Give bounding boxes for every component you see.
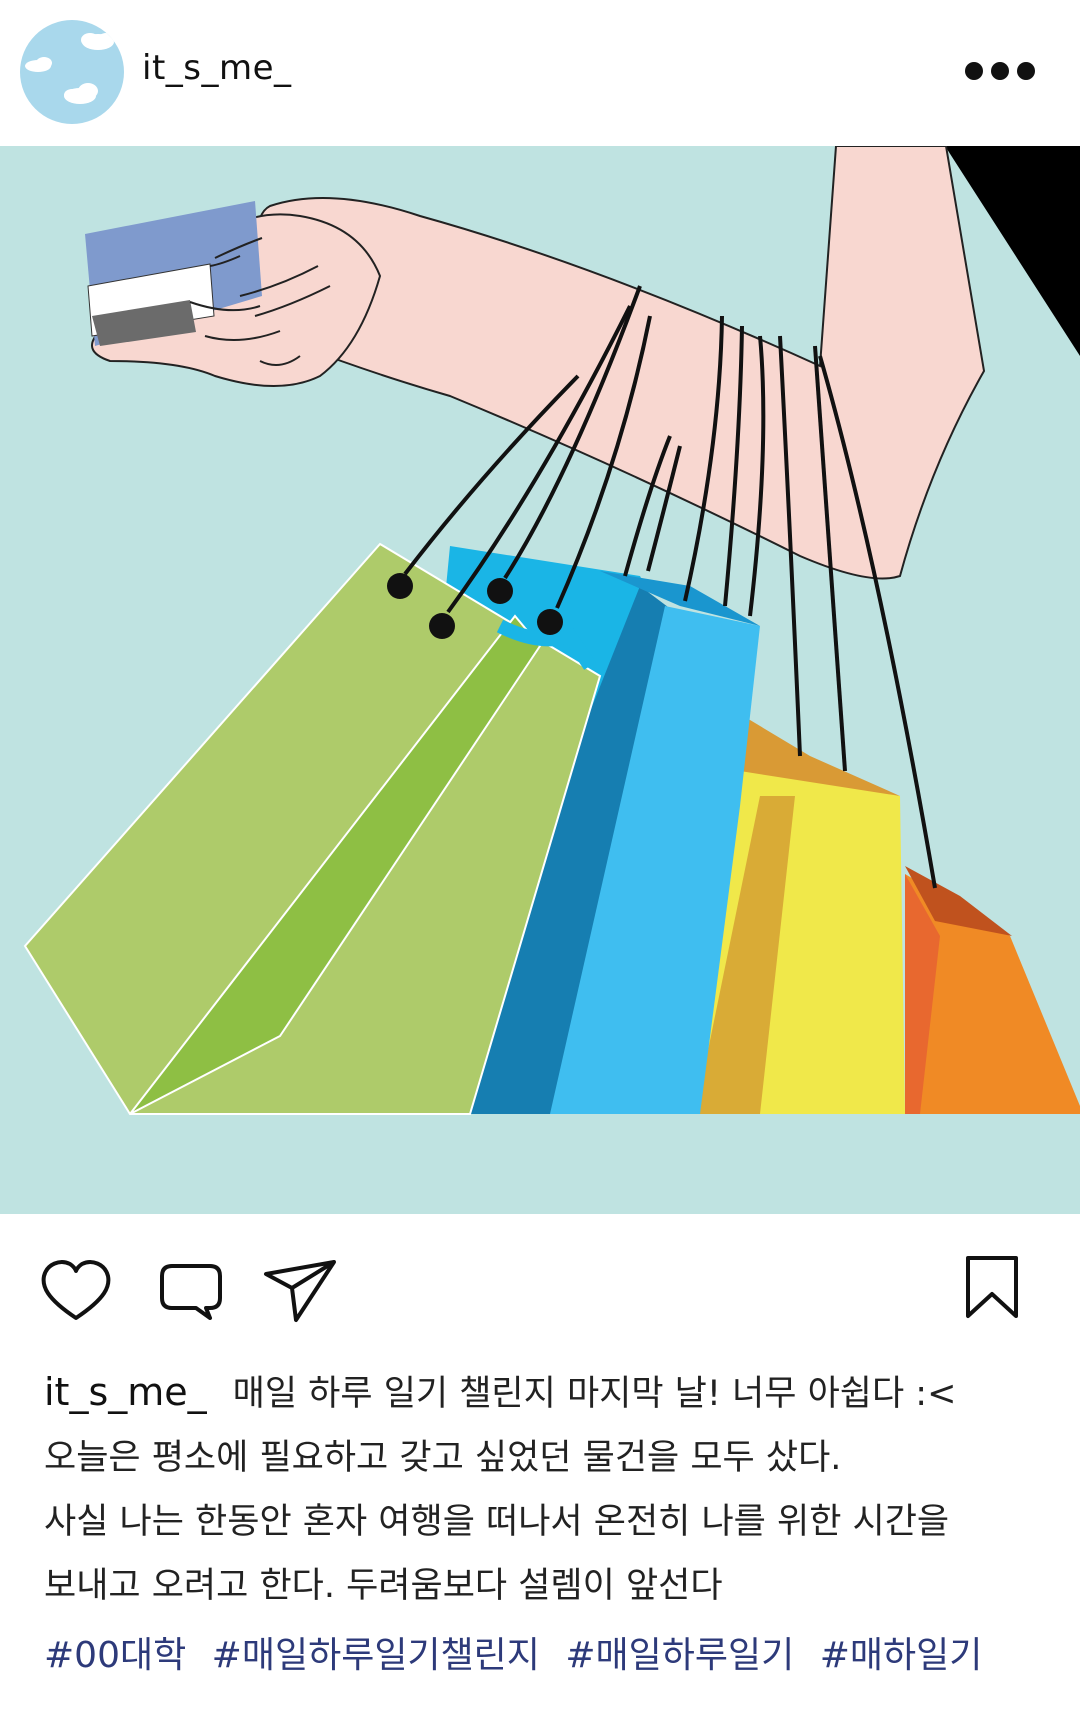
post-header: it_s_me_ xyxy=(0,0,1080,146)
caption-text-1: 매일 하루 일기 챌린지 마지막 날! 너무 아쉽다 :< xyxy=(232,1374,957,1414)
more-horizontal-icon[interactable] xyxy=(965,60,1035,82)
more-dot xyxy=(1017,62,1035,80)
caption-line-3: 사실 나는 한동안 혼자 여행을 떠나서 온전히 나를 위한 시간을 xyxy=(44,1502,950,1542)
header-username[interactable]: it_s_me_ xyxy=(142,48,292,88)
caption-line-2: 오늘은 평소에 필요하고 갖고 싶었던 물건을 모두 샀다. xyxy=(44,1438,842,1478)
caption-line-1: it_s_me_ 매일 하루 일기 챌린지 마지막 날! 너무 아쉽다 :< xyxy=(44,1360,1054,1426)
hashtag[interactable]: #매하일기 xyxy=(820,1635,983,1676)
more-dot xyxy=(991,62,1009,80)
send-icon[interactable] xyxy=(262,1258,338,1328)
post-image[interactable] xyxy=(0,146,1080,1214)
shopping-bags-illustration xyxy=(0,146,1080,1214)
profile-avatar[interactable] xyxy=(20,20,124,124)
caption-username[interactable]: it_s_me_ xyxy=(44,1370,207,1414)
post-caption: it_s_me_ 매일 하루 일기 챌린지 마지막 날! 너무 아쉽다 :< 오늘… xyxy=(44,1360,1054,1618)
bookmark-icon[interactable] xyxy=(964,1254,1020,1324)
caption-line-4: 보내고 오려고 한다. 두려움보다 설렘이 앞선다 xyxy=(44,1566,723,1606)
hashtag[interactable]: #00대학 xyxy=(44,1635,186,1676)
comment-icon[interactable] xyxy=(158,1262,224,1324)
hashtag[interactable]: #매일하루일기챌린지 xyxy=(212,1635,540,1676)
heart-icon[interactable] xyxy=(40,1258,112,1326)
hashtag-list: #00대학 #매일하루일기챌린지 #매일하루일기 #매하일기 xyxy=(44,1626,1054,1678)
more-dot xyxy=(965,62,983,80)
cloud-sky-avatar-icon xyxy=(20,20,124,124)
hashtag[interactable]: #매일하루일기 xyxy=(565,1635,794,1676)
action-bar xyxy=(0,1214,1080,1334)
